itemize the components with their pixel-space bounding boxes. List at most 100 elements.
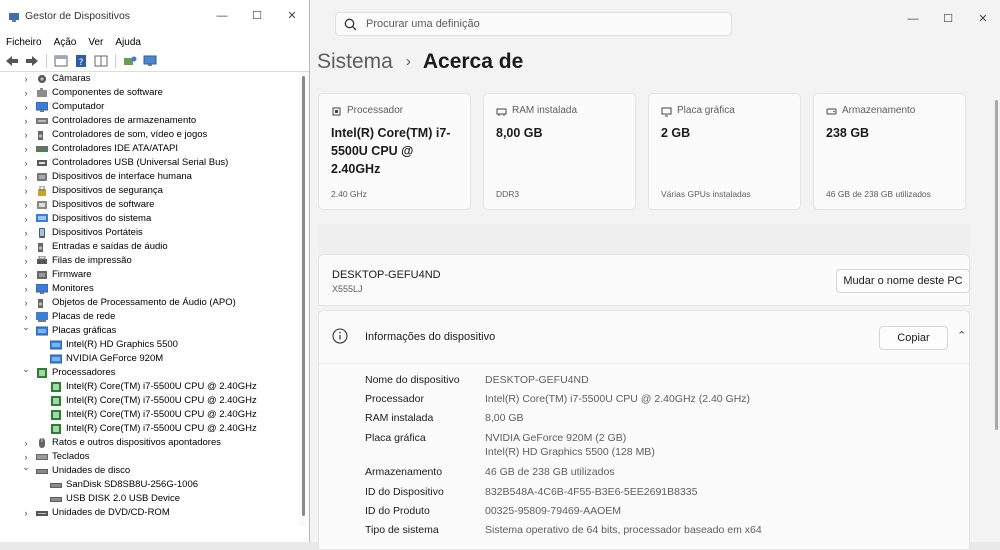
tree-item-label: Intel(R) Core(TM) i7-5500U CPU @ 2.40GHz — [66, 423, 257, 434]
spec-value: DESKTOP-GEFU4ND — [485, 374, 589, 386]
chevron-right-icon[interactable]: › — [21, 100, 31, 114]
tree-category[interactable]: › Entradas e saídas de áudio — [0, 240, 300, 254]
tree-item-label: Intel(R) Core(TM) i7-5500U CPU @ 2.40GHz — [66, 409, 257, 420]
breadcrumb-sistema[interactable]: Sistema — [317, 50, 393, 73]
forward-arrow-icon[interactable] — [24, 53, 40, 69]
chevron-down-icon[interactable]: ⌄ — [21, 460, 31, 474]
tree-category[interactable]: › Monitores — [0, 282, 300, 296]
breadcrumb: Sistema › Acerca de — [317, 50, 523, 80]
back-arrow-icon[interactable] — [4, 53, 20, 69]
chevron-right-icon[interactable]: › — [21, 86, 31, 100]
maximize-icon[interactable]: ☐ — [246, 6, 268, 26]
tree-device[interactable]: SanDisk SD8SB8U-256G-1006 — [0, 478, 300, 492]
tree-item-label: Unidades de disco — [52, 465, 131, 476]
chevron-right-icon[interactable]: › — [21, 282, 31, 296]
rename-pc-button[interactable]: Mudar o nome deste PC — [836, 269, 970, 293]
tree-category[interactable]: ⌄ Placas gráficas — [0, 322, 300, 338]
processor-card: Processador Intel(R) Core(TM) i7-5500U C… — [318, 93, 471, 210]
tree-category[interactable]: › Filas de impressão — [0, 254, 300, 268]
tree-category[interactable]: › Câmaras — [0, 72, 300, 86]
monitor-icon — [36, 102, 48, 112]
settings-scrollbar[interactable] — [995, 100, 998, 430]
tree-device[interactable]: Intel(R) Core(TM) i7-5500U CPU @ 2.40GHz — [0, 422, 300, 436]
chevron-right-icon[interactable]: › — [21, 142, 31, 156]
chevron-right-icon[interactable]: › — [21, 436, 31, 450]
tree-category[interactable]: › Dispositivos do sistema — [0, 212, 300, 226]
device-tree-scrollbar[interactable] — [299, 72, 309, 527]
speaker-icon — [38, 131, 43, 140]
menu-ver[interactable]: Ver — [88, 34, 103, 51]
device-manager-app-icon — [9, 13, 19, 22]
tree-category[interactable]: › Dispositivos Portáteis — [0, 226, 300, 240]
chevron-right-icon[interactable]: › — [21, 296, 31, 310]
tree-category[interactable]: › Dispositivos de interface humana — [0, 170, 300, 184]
chevron-right-icon[interactable]: › — [21, 212, 31, 226]
tree-category[interactable]: › Placas de rede — [0, 310, 300, 324]
minimize-icon[interactable]: — — [901, 10, 925, 28]
search-input[interactable]: Procurar uma definição — [335, 12, 732, 36]
help-icon[interactable]: ? — [73, 53, 89, 69]
tree-category[interactable]: › Teclados — [0, 450, 300, 464]
tree-category[interactable]: › Controladores IDE ATA/ATAPI — [0, 142, 300, 156]
tree-device[interactable]: Intel(R) HD Graphics 5500 — [0, 338, 300, 352]
device-model: X555LJ — [332, 284, 363, 294]
maximize-icon[interactable]: ☐ — [936, 10, 960, 28]
tree-category[interactable]: › Computador — [0, 100, 300, 114]
menu-acao[interactable]: Ação — [54, 34, 77, 51]
chevron-right-icon[interactable]: › — [21, 170, 31, 184]
chevron-right-icon[interactable]: › — [21, 198, 31, 212]
disk-drive-icon — [36, 469, 48, 474]
chevron-up-icon[interactable]: ⌃ — [957, 329, 966, 342]
page-title: Acerca de — [422, 50, 524, 73]
tree-category[interactable]: › Unidades de DVD/CD-ROM — [0, 506, 300, 520]
monitor-icon[interactable] — [142, 53, 158, 69]
tree-category[interactable]: › Controladores USB (Universal Serial Bus… — [0, 156, 300, 170]
tree-device[interactable]: Intel(R) Core(TM) i7-5500U CPU @ 2.40GHz — [0, 408, 300, 422]
menu-ficheiro[interactable]: Ficheiro — [6, 34, 42, 51]
chevron-right-icon[interactable]: › — [21, 184, 31, 198]
device-info-card: Informações do dispositivo Copiar ⌃ Nome… — [318, 310, 970, 550]
hid-icon — [37, 173, 47, 181]
card-value: 2 GB — [661, 126, 691, 140]
scan-hardware-icon[interactable] — [122, 53, 138, 69]
minimize-icon[interactable]: — — [211, 6, 233, 26]
tree-category[interactable]: › Ratos e outros dispositivos apontadores — [0, 436, 300, 450]
tree-category[interactable]: ⌄ Unidades de disco — [0, 462, 300, 478]
close-icon[interactable]: ✕ — [971, 10, 995, 28]
close-icon[interactable]: ✕ — [281, 6, 303, 26]
chevron-right-icon[interactable]: › — [21, 254, 31, 268]
tree-item-label: Controladores de som, vídeo e jogos — [52, 129, 208, 140]
chevron-right-icon[interactable]: › — [21, 226, 31, 240]
properties-sheet-icon[interactable] — [53, 53, 69, 69]
scrollbar-thumb[interactable] — [302, 76, 305, 516]
tree-item-label: Dispositivos de interface humana — [52, 171, 192, 182]
card-subtext: 2.40 GHz — [331, 189, 367, 199]
tree-category[interactable]: ⌄ Processadores — [0, 364, 300, 380]
chevron-down-icon[interactable]: ⌄ — [21, 362, 31, 376]
chevron-down-icon[interactable]: ⌄ — [21, 320, 31, 334]
tree-category[interactable]: › Objetos de Processamento de Áudio (APO) — [0, 296, 300, 310]
tree-device[interactable]: Intel(R) Core(TM) i7-5500U CPU @ 2.40GHz — [0, 380, 300, 394]
tree-category[interactable]: › Controladores de armazenamento — [0, 114, 300, 128]
chevron-right-icon[interactable]: › — [21, 156, 31, 170]
chevron-right-icon[interactable]: › — [21, 240, 31, 254]
keyboard-icon — [36, 454, 48, 460]
spec-key: Nome do dispositivo — [365, 374, 460, 386]
chevron-right-icon[interactable]: › — [21, 506, 31, 520]
chevron-right-icon[interactable]: › — [21, 114, 31, 128]
chevron-right-icon[interactable]: › — [21, 128, 31, 142]
tree-device[interactable]: NVIDIA GeForce 920M — [0, 352, 300, 366]
tree-category[interactable]: › Dispositivos de software — [0, 198, 300, 212]
view-grid-icon[interactable] — [93, 53, 109, 69]
menu-ajuda[interactable]: Ajuda — [115, 34, 141, 51]
tree-item-label: Monitores — [52, 283, 94, 294]
tree-category[interactable]: › Dispositivos de segurança — [0, 184, 300, 198]
tree-category[interactable]: › Firmware — [0, 268, 300, 282]
tree-device[interactable]: Intel(R) Core(TM) i7-5500U CPU @ 2.40GHz — [0, 394, 300, 408]
copy-button[interactable]: Copiar — [879, 326, 948, 350]
tree-category[interactable]: › Componentes de software — [0, 86, 300, 100]
chevron-right-icon[interactable]: › — [21, 268, 31, 282]
chevron-right-icon[interactable]: › — [21, 72, 31, 86]
tree-device[interactable]: USB DISK 2.0 USB Device — [0, 492, 300, 506]
tree-category[interactable]: › Controladores de som, vídeo e jogos — [0, 128, 300, 142]
